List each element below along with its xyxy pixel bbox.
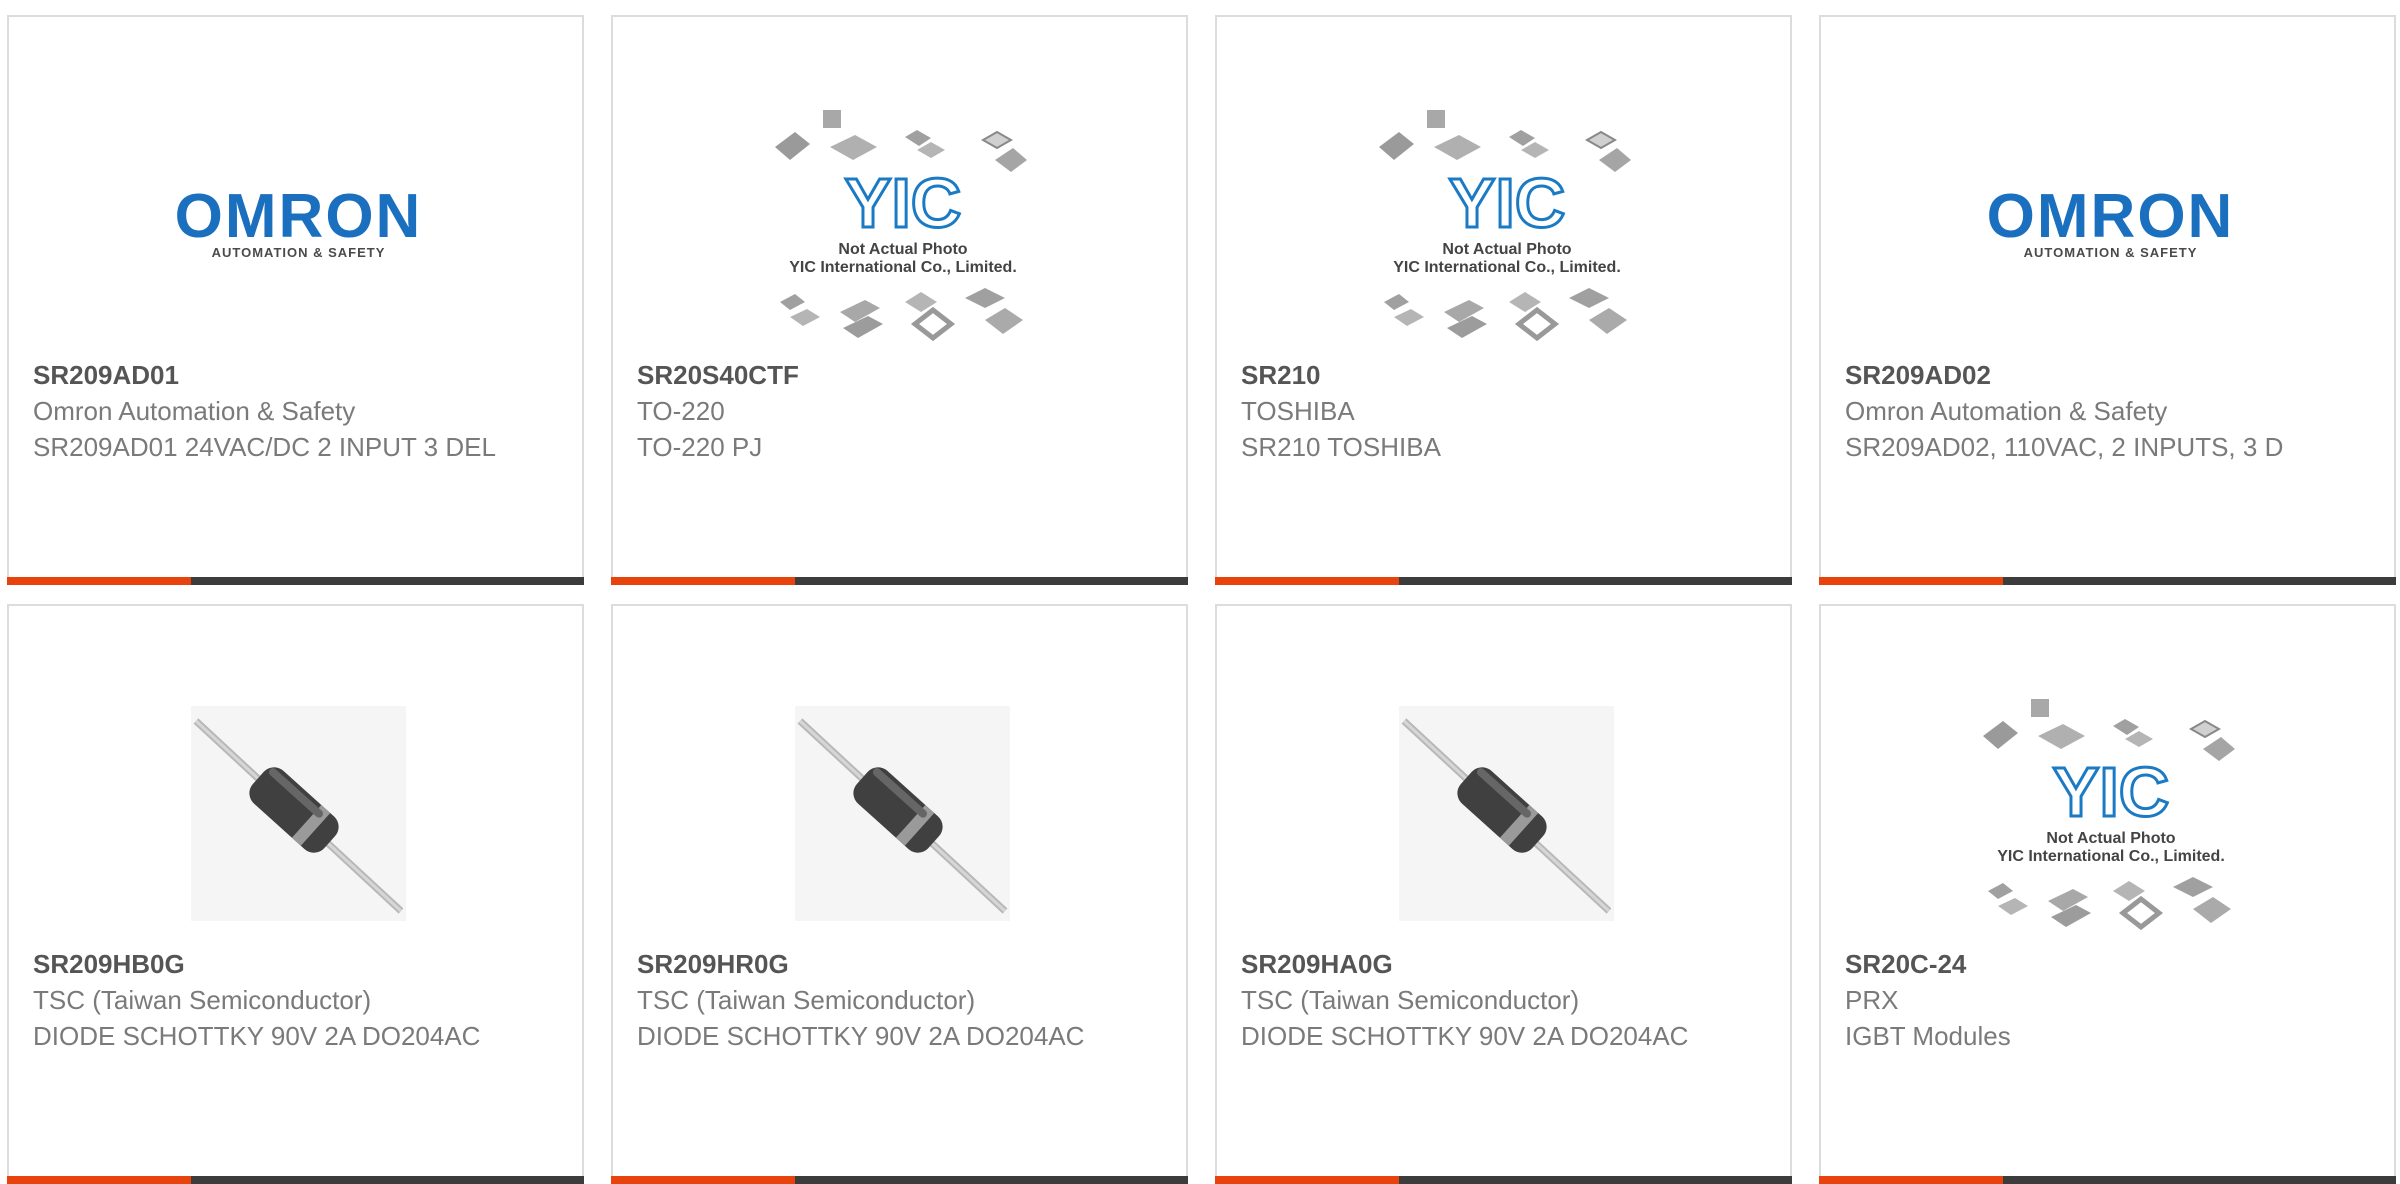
product-description: IGBT Modules (1845, 1021, 2011, 1051)
part-number-link[interactable]: SR20S40CTF (637, 357, 1117, 393)
card-accent-bar (1819, 577, 2396, 585)
manufacturer-name: PRX (1845, 985, 1899, 1015)
product-info: SR210 TOSHIBA SR210 TOSHIBA (1241, 357, 1721, 465)
product-description: DIODE SCHOTTKY 90V 2A DO204AC (1241, 1021, 1689, 1051)
product-image[interactable] (1369, 87, 1644, 362)
product-image[interactable] (765, 676, 1040, 951)
manufacturer-name: TOSHIBA (1241, 396, 1355, 426)
product-card[interactable]: SR209HR0G TSC (Taiwan Semiconductor) DIO… (611, 604, 1188, 1184)
part-number-link[interactable]: SR209AD01 (33, 357, 513, 393)
product-description: SR210 TOSHIBA (1241, 432, 1441, 462)
product-card[interactable]: SR20S40CTF TO-220 TO-220 PJ (611, 15, 1188, 585)
diode-product-image[interactable] (191, 706, 406, 921)
card-accent-bar (1215, 1176, 1792, 1184)
product-image[interactable] (1369, 676, 1644, 951)
product-image[interactable]: OMRON AUTOMATION & SAFETY (1973, 87, 2248, 362)
product-image[interactable]: OMRON AUTOMATION & SAFETY (161, 87, 436, 362)
product-info: SR209HB0G TSC (Taiwan Semiconductor) DIO… (33, 946, 513, 1054)
yic-placeholder-image[interactable] (765, 102, 1040, 347)
manufacturer-name: TSC (Taiwan Semiconductor) (33, 985, 372, 1015)
product-info: SR20C-24 PRX IGBT Modules (1845, 946, 2325, 1054)
product-description: DIODE SCHOTTKY 90V 2A DO204AC (33, 1021, 481, 1051)
diode-product-image[interactable] (795, 706, 1010, 921)
product-card[interactable]: SR210 TOSHIBA SR210 TOSHIBA (1215, 15, 1792, 585)
omron-logo[interactable]: OMRON AUTOMATION & SAFETY (175, 186, 423, 261)
part-number-link[interactable]: SR209AD02 (1845, 357, 2325, 393)
diode-product-image[interactable] (1399, 706, 1614, 921)
product-card[interactable]: SR209HB0G TSC (Taiwan Semiconductor) DIO… (7, 604, 584, 1184)
card-accent-bar (611, 577, 1188, 585)
product-card[interactable]: OMRON AUTOMATION & SAFETY SR209AD02 Omro… (1819, 15, 2396, 585)
product-image[interactable] (765, 87, 1040, 362)
product-info: SR209HR0G TSC (Taiwan Semiconductor) DIO… (637, 946, 1117, 1054)
product-card[interactable]: SR209HA0G TSC (Taiwan Semiconductor) DIO… (1215, 604, 1792, 1184)
manufacturer-name: TO-220 (637, 396, 725, 426)
product-info: SR209HA0G TSC (Taiwan Semiconductor) DIO… (1241, 946, 1721, 1054)
product-description: SR209AD01 24VAC/DC 2 INPUT 3 DEL (33, 432, 496, 462)
part-number-link[interactable]: SR20C-24 (1845, 946, 2325, 982)
card-accent-bar (7, 577, 584, 585)
card-accent-bar (1819, 1176, 2396, 1184)
product-description: SR209AD02, 110VAC, 2 INPUTS, 3 D (1845, 432, 2284, 462)
product-image[interactable] (1973, 676, 2248, 951)
manufacturer-name: TSC (Taiwan Semiconductor) (1241, 985, 1580, 1015)
product-card[interactable]: OMRON AUTOMATION & SAFETY SR209AD01 Omro… (7, 15, 584, 585)
manufacturer-name: TSC (Taiwan Semiconductor) (637, 985, 976, 1015)
product-info: SR209AD02 Omron Automation & Safety SR20… (1845, 357, 2325, 465)
card-accent-bar (7, 1176, 584, 1184)
part-number-link[interactable]: SR209HB0G (33, 946, 513, 982)
product-card[interactable]: SR20C-24 PRX IGBT Modules (1819, 604, 2396, 1184)
product-grid: OMRON AUTOMATION & SAFETY SR209AD01 Omro… (0, 0, 2400, 1184)
product-description: TO-220 PJ (637, 432, 763, 462)
part-number-link[interactable]: SR209HR0G (637, 946, 1117, 982)
part-number-link[interactable]: SR209HA0G (1241, 946, 1721, 982)
product-description: DIODE SCHOTTKY 90V 2A DO204AC (637, 1021, 1085, 1051)
yic-placeholder-image[interactable] (1369, 102, 1644, 347)
manufacturer-name: Omron Automation & Safety (33, 396, 356, 426)
part-number-link[interactable]: SR210 (1241, 357, 1721, 393)
omron-logo[interactable]: OMRON AUTOMATION & SAFETY (1987, 186, 2235, 261)
product-info: SR209AD01 Omron Automation & Safety SR20… (33, 357, 513, 465)
yic-placeholder-image[interactable] (1973, 691, 2248, 936)
card-accent-bar (1215, 577, 1792, 585)
manufacturer-name: Omron Automation & Safety (1845, 396, 2168, 426)
card-accent-bar (611, 1176, 1188, 1184)
product-image[interactable] (161, 676, 436, 951)
product-info: SR20S40CTF TO-220 TO-220 PJ (637, 357, 1117, 465)
